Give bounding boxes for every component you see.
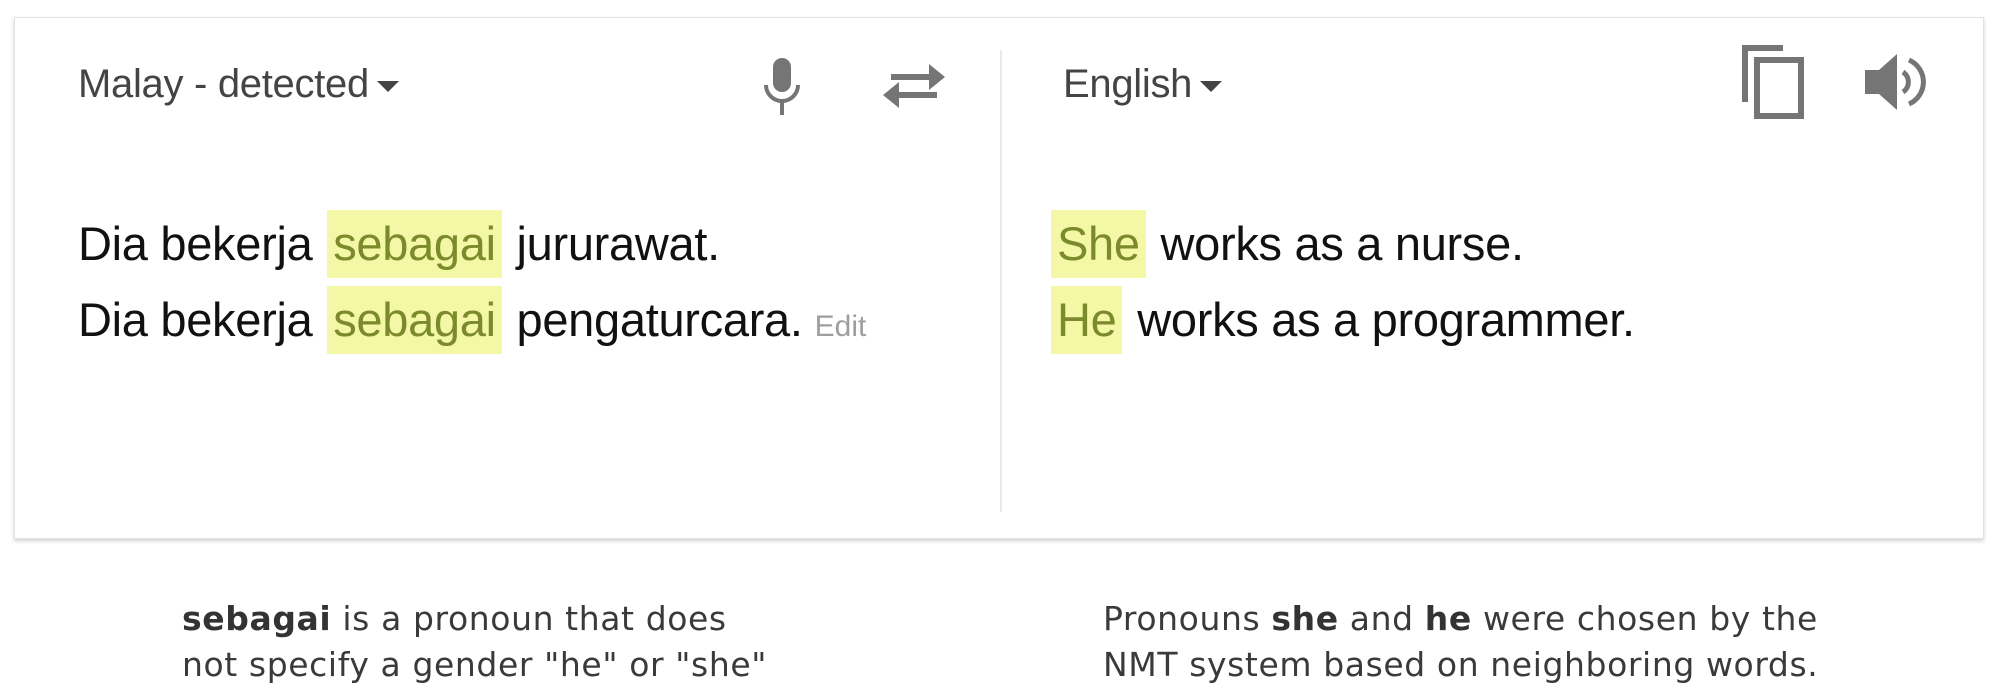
right-caption: Pronouns she and he were chosen by the N… (1103, 596, 1818, 688)
caption-text: Pronouns (1103, 599, 1272, 638)
edit-link[interactable]: Edit (815, 310, 867, 343)
caption-bold: she (1271, 599, 1339, 638)
source-language-label: Malay - detected (78, 62, 369, 106)
target-language-label: English (1063, 62, 1193, 106)
source-line-1: Dia bekerja sebagai jururawat. (78, 206, 866, 282)
source-text: pengaturcara. (503, 293, 803, 346)
caption-bold: he (1424, 599, 1472, 638)
caption-text: NMT system based on neighboring words. (1103, 645, 1819, 684)
source-text: Dia bekerja (78, 217, 326, 270)
caption-text: is a pronoun that does (331, 599, 727, 638)
chevron-down-icon (1200, 81, 1223, 92)
highlighted-word[interactable]: sebagai (327, 286, 502, 354)
speaker-icon[interactable] (1863, 50, 1929, 119)
target-text: works as a programmer. (1124, 293, 1635, 346)
left-caption: sebagai is a pronoun that does not speci… (182, 596, 767, 688)
source-text: jururawat. (503, 217, 721, 270)
chevron-down-icon (376, 81, 399, 92)
target-language-selector[interactable]: English (1063, 62, 1223, 107)
target-line-2: He works as a programmer. (1049, 282, 1635, 358)
copy-icon[interactable] (1737, 42, 1807, 125)
target-text: works as a nurse. (1147, 217, 1524, 270)
panel-divider (1000, 50, 1002, 512)
caption-bold: sebagai (182, 599, 332, 638)
highlighted-word[interactable]: sebagai (327, 210, 502, 278)
swap-languages-icon[interactable] (881, 62, 947, 115)
highlighted-word[interactable]: She (1051, 210, 1146, 278)
source-language-selector[interactable]: Malay - detected (78, 62, 399, 107)
source-text-area[interactable]: Dia bekerja sebagai jururawat. Dia beker… (78, 206, 866, 358)
caption-text: were chosen by the (1471, 599, 1818, 638)
source-line-2: Dia bekerja sebagai pengaturcara. Edit (78, 282, 866, 358)
source-text: Dia bekerja (78, 293, 326, 346)
microphone-icon[interactable] (763, 58, 801, 123)
translate-panel: Malay - detected Dia bekerja sebagai jur… (14, 17, 1984, 539)
highlighted-word[interactable]: He (1051, 286, 1123, 354)
target-line-1: She works as a nurse. (1049, 206, 1635, 282)
target-text-area: She works as a nurse. He works as a prog… (1049, 206, 1635, 358)
caption-text: not specify a gender "he" or "she" (182, 645, 768, 684)
caption-text: and (1338, 599, 1425, 638)
